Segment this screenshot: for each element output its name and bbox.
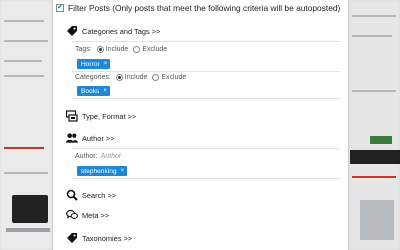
divider [72,71,340,72]
author-input[interactable]: Author [101,153,122,160]
background-line [352,35,392,37]
background-line [4,20,44,22]
search-toggle[interactable]: Search >> [66,189,116,201]
taxonomies-toggle[interactable]: Taxonomies >> [66,232,132,244]
autopost-filter-panel: ✔ Filter Posts (Only posts that meet the… [52,0,349,250]
categories-tags-label: Categories and Tags >> [82,26,161,36]
background-line [4,40,48,42]
meta-label: Meta >> [82,210,110,220]
divider [72,98,340,99]
tag-chip-horror[interactable]: Horror × [77,59,111,69]
tag-chip-label: Horror [81,60,100,68]
background-laptop-image [12,195,48,223]
background-red-line [352,176,396,178]
remove-chip-icon[interactable]: × [103,88,107,94]
meta-toggle[interactable]: Meta >> [66,209,109,221]
comment-icon [66,209,78,221]
categories-field: Categories: Include Exclude [75,74,189,81]
remove-chip-icon[interactable]: × [121,168,125,174]
background-line [4,172,48,174]
filter-posts-row[interactable]: ✔ Filter Posts (Only posts that meet the… [56,3,340,13]
divider [72,178,340,179]
categories-label: Categories: [75,74,111,81]
filter-posts-label: Filter Posts (Only posts that meet the f… [68,3,341,13]
author-chip-stephenking[interactable]: stephenking × [77,166,128,176]
author-field-label: Author: [75,153,98,160]
background-line [4,75,44,77]
tags-include-radio[interactable] [96,46,104,53]
categories-exclude-label: Exclude [161,74,187,81]
background-badge [370,136,392,144]
background-line [352,15,396,17]
categories-include-radio[interactable] [115,74,123,81]
author-field: Author: Author [75,153,121,160]
type-format-toggle[interactable]: Type, Format >> [66,110,136,122]
remove-chip-icon[interactable]: × [104,61,108,67]
type-format-icon [66,110,78,122]
background-line [352,90,396,92]
tags-include-label: Include [105,46,129,53]
search-label: Search >> [82,190,117,200]
background-dark-bar [350,150,400,164]
divider [72,148,340,149]
background-line [4,60,42,62]
categories-include-label: Include [124,74,148,81]
background-block [6,228,50,232]
background-red-line [4,147,44,149]
check-icon: ✔ [57,4,63,11]
search-icon [66,189,78,201]
tag-icon [66,232,78,244]
tag-icon [66,25,78,37]
categories-exclude-radio[interactable] [152,74,160,81]
background-image [360,200,394,240]
author-label: Author >> [82,133,115,143]
users-icon [66,132,78,144]
type-format-label: Type, Format >> [82,111,137,121]
tags-label: Tags: [75,46,92,53]
category-chip-books[interactable]: Books × [77,86,110,96]
filter-posts-checkbox[interactable]: ✔ [56,4,64,12]
tags-field: Tags: Include Exclude [75,46,170,53]
tags-exclude-radio[interactable] [133,46,141,53]
category-chip-label: Books [81,87,100,95]
author-toggle[interactable]: Author >> [66,132,114,144]
author-chip-label: stephenking [81,167,117,175]
tags-exclude-label: Exclude [142,46,168,53]
categories-tags-toggle[interactable]: Categories and Tags >> [66,25,160,37]
divider [72,41,340,42]
taxonomies-label: Taxonomies >> [82,233,133,243]
